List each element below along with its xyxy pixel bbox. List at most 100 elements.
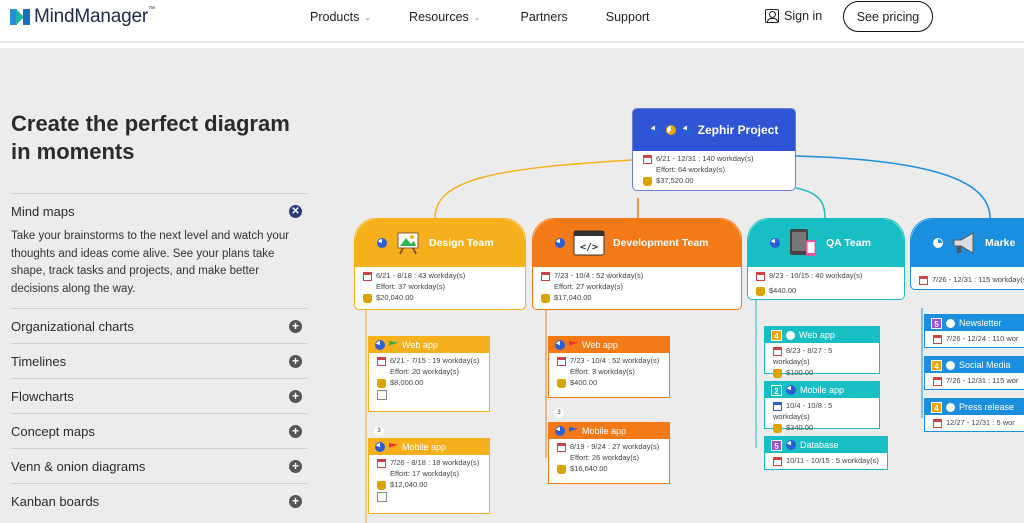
money-bag-icon [773,423,782,433]
main-nav: Products ⌄ Resources ⌄ Partners Support [310,10,688,24]
priority-badge: 5 [771,439,782,451]
diagram-type-accordion: Mind maps ✕ Take your brainstorms to the… [11,193,307,518]
user-icon [765,9,779,23]
accordion-item-kanban-boards[interactable]: Kanban boards + [11,483,307,518]
plus-icon[interactable]: + [289,389,302,403]
brand-logo[interactable]: MindManager™ [10,6,155,28]
task-dev-web-app[interactable]: Web app 7/23 - 10/4 : 52 workday(s) Effo… [548,336,670,398]
calendar-icon [756,271,765,281]
easel-icon [397,232,419,255]
node-qa-team[interactable]: QA Team 8/23 - 10/15 : 40 workday(s) $44… [747,218,905,300]
task-mk-press-release[interactable]: 4 Press release 12/27 - 12/31 : 5 wor [924,398,1024,432]
money-bag-icon [557,464,566,474]
plus-icon[interactable]: + [289,424,302,438]
progress-icon [946,360,955,370]
subtopic-count[interactable]: 3 [374,426,384,436]
brand-name: MindManager™ [34,6,155,27]
priority-badge: 4 [771,329,782,341]
node-development-team[interactable]: </> Development Team 7/23 - 10/4 : 52 wo… [532,218,742,310]
progress-icon [946,318,955,328]
money-bag-icon [756,286,765,296]
calendar-icon [933,376,942,386]
accordion-item-timelines[interactable]: Timelines + [11,343,307,378]
task-dev-mobile-app[interactable]: Mobile app 8/19 - 9/24 : 27 workday(s) E… [548,422,670,484]
chevron-down-icon: ⌄ [473,12,481,22]
page-title: Create the perfect diagram in moments [11,111,290,164]
calendar-icon [377,356,386,366]
calendar-icon [643,154,652,164]
progress-icon [665,125,676,135]
close-icon[interactable]: ✕ [289,204,302,218]
progress-icon [946,402,955,412]
nav-products[interactable]: Products ⌄ [310,10,371,24]
progress-icon [377,238,387,248]
money-bag-icon [643,176,652,186]
accordion-item-mind-maps[interactable]: Mind maps ✕ [11,193,307,228]
blue-flag-icon [569,427,578,432]
signin-link[interactable]: Sign in [765,9,822,23]
money-bag-icon [557,378,566,388]
priority-badge: 5 [931,317,942,329]
subtopic-count[interactable]: 3 [554,408,564,418]
accordion-item-org-charts[interactable]: Organizational charts + [11,308,307,343]
code-window-icon: </> [573,230,605,256]
site-header: MindManager™ Products ⌄ Resources ⌄ Partne… [0,0,1024,42]
progress-icon [770,238,780,248]
progress-icon [555,426,565,436]
progress-icon [681,125,692,135]
progress-icon [375,442,385,452]
progress-icon [555,340,565,350]
priority-badge: 2 [771,384,782,396]
nav-partners[interactable]: Partners [521,10,568,24]
accordion-item-flowcharts[interactable]: Flowcharts + [11,378,307,413]
chevron-down-icon: ⌄ [364,12,372,22]
plus-icon[interactable]: + [289,354,302,368]
node-marketing-team[interactable]: Marke 7/26 - 12/31 : 115 workday(s) [910,218,1024,290]
root-title: Zephir Project [697,123,779,137]
money-bag-icon [541,293,550,303]
calendar-icon [919,275,928,285]
calendar-icon [541,271,550,281]
red-flag-icon [389,443,398,448]
calendar-icon [557,442,566,452]
calendar-icon [363,271,372,281]
task-design-mobile-app[interactable]: Mobile app 7/26 - 8/18 : 18 workday(s) E… [368,438,490,514]
progress-icon [786,440,796,450]
mind-map-diagram: Zephir Project 6/21 - 12/31 : 140 workda… [320,48,1024,523]
priority-badge: 4 [931,359,942,371]
plus-icon[interactable]: + [289,319,302,333]
diamond-icon [773,401,782,411]
plus-icon[interactable]: + [289,459,302,473]
node-design-team[interactable]: Design Team 6/21 - 8/18 : 43 workday(s) … [354,218,526,310]
note-icon [377,390,387,400]
priority-badge: 4 [931,401,942,413]
root-node-zephir-project[interactable]: Zephir Project 6/21 - 12/31 : 140 workda… [632,108,796,191]
plus-icon[interactable]: + [289,494,302,508]
money-bag-icon [773,368,782,378]
mindmanager-logo-icon [10,8,30,26]
calendar-icon [773,456,782,466]
progress-icon [555,238,565,248]
task-qa-database[interactable]: 5 Database 10/11 - 10/15 : 5 workday(s) [764,436,888,470]
accordion-item-concept-maps[interactable]: Concept maps + [11,413,307,448]
calendar-icon [933,418,942,428]
green-flag-icon [389,341,398,346]
accordion-description: Take your brainstorms to the next level … [11,230,290,295]
red-flag-icon [569,341,578,346]
progress-icon [786,385,796,395]
task-qa-web-app[interactable]: 4 Web app 8/23 - 8/27 : 5 workday(s) $10… [764,326,880,378]
calendar-icon [557,356,566,366]
nav-support[interactable]: Support [606,10,650,24]
nav-resources[interactable]: Resources ⌄ [409,10,480,24]
task-mk-social-media[interactable]: 4 Social Media 7/26 - 12/31 : 115 wor [924,356,1024,390]
see-pricing-button[interactable]: See pricing [843,1,933,32]
task-mk-newsletter[interactable]: 5 Newsletter 7/26 - 12/24 : 110 wor [924,314,1024,348]
accordion-item-venn-diagrams[interactable]: Venn & onion diagrams + [11,448,307,483]
money-bag-icon [377,480,386,490]
task-design-web-app[interactable]: Web app 6/21 - 7/15 : 19 workday(s) Effo… [368,336,490,412]
svg-text:</>: </> [580,242,598,253]
calendar-icon [933,334,942,344]
task-qa-mobile-app[interactable]: 2 Mobile app 10/4 - 10/8 : 5 workday(s) … [764,381,880,433]
progress-icon [786,330,795,340]
money-bag-icon [377,378,386,388]
